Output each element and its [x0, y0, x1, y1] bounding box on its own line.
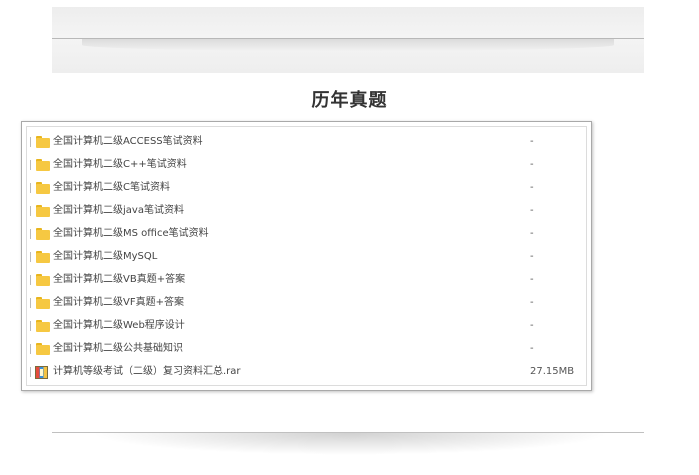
folder-icon: [36, 297, 50, 309]
file-list-panel: 全国计算机二级ACCESS笔试资料 - 全国计算机二级C++笔试资料 - 全国计…: [21, 121, 592, 391]
file-row[interactable]: 全国计算机二级MS office笔试资料 -: [30, 224, 578, 244]
bottom-shadow: [90, 433, 610, 455]
file-row[interactable]: 全国计算机二级VB真题+答案 -: [30, 270, 578, 290]
file-size: -: [530, 182, 534, 193]
row-marker: [30, 344, 31, 354]
file-row[interactable]: 全国计算机二级MySQL -: [30, 247, 578, 267]
file-name[interactable]: 全国计算机二级C++笔试资料: [53, 155, 187, 175]
folder-icon: [36, 228, 50, 240]
archive-icon: [35, 366, 48, 379]
folder-icon: [36, 136, 50, 148]
file-size: -: [530, 343, 534, 354]
folder-icon: [36, 343, 50, 355]
file-size: -: [530, 228, 534, 239]
row-marker: [30, 229, 31, 239]
row-marker: [30, 252, 31, 262]
file-name[interactable]: 计算机等级考试（二级）复习资料汇总.rar: [53, 362, 241, 382]
file-name[interactable]: 全国计算机二级公共基础知识: [53, 339, 183, 359]
folder-icon: [36, 320, 50, 332]
row-marker: [30, 206, 31, 216]
row-marker: [30, 275, 31, 285]
row-marker: [30, 160, 31, 170]
file-name[interactable]: 全国计算机二级Web程序设计: [53, 316, 185, 336]
top-banner: [52, 7, 644, 73]
file-name[interactable]: 全国计算机二级ACCESS笔试资料: [53, 132, 203, 152]
page-title: 历年真题: [311, 90, 388, 111]
file-size: -: [530, 159, 534, 170]
file-row[interactable]: 全国计算机二级ACCESS笔试资料 -: [30, 132, 578, 152]
folder-icon: [36, 205, 50, 217]
row-marker: [30, 183, 31, 193]
folder-icon: [36, 274, 50, 286]
file-row[interactable]: 全国计算机二级公共基础知识 -: [30, 339, 578, 359]
folder-icon: [36, 159, 50, 171]
file-row[interactable]: 全国计算机二级VF真题+答案 -: [30, 293, 578, 313]
folder-icon: [36, 182, 50, 194]
file-row[interactable]: 全国计算机二级Web程序设计 -: [30, 316, 578, 336]
file-name[interactable]: 全国计算机二级MySQL: [53, 247, 157, 267]
file-size: -: [530, 205, 534, 216]
file-size: -: [530, 274, 534, 285]
file-name[interactable]: 全国计算机二级VB真题+答案: [53, 270, 185, 290]
file-row[interactable]: 全国计算机二级java笔试资料 -: [30, 201, 578, 221]
file-name[interactable]: 全国计算机二级java笔试资料: [53, 201, 184, 221]
file-size: -: [530, 136, 534, 147]
file-row[interactable]: 全国计算机二级C笔试资料 -: [30, 178, 578, 198]
folder-icon: [36, 251, 50, 263]
file-size: -: [530, 320, 534, 331]
file-name[interactable]: 全国计算机二级VF真题+答案: [53, 293, 184, 313]
file-name[interactable]: 全国计算机二级MS office笔试资料: [53, 224, 209, 244]
row-marker: [30, 367, 31, 377]
banner-shadow: [82, 39, 614, 51]
file-size: -: [530, 251, 534, 262]
row-marker: [30, 298, 31, 308]
file-row[interactable]: 计算机等级考试（二级）复习资料汇总.rar 27.15MB: [30, 362, 578, 382]
file-name[interactable]: 全国计算机二级C笔试资料: [53, 178, 170, 198]
file-size: -: [530, 297, 534, 308]
file-size: 27.15MB: [530, 366, 575, 377]
row-marker: [30, 321, 31, 331]
file-row[interactable]: 全国计算机二级C++笔试资料 -: [30, 155, 578, 175]
row-marker: [30, 137, 31, 147]
